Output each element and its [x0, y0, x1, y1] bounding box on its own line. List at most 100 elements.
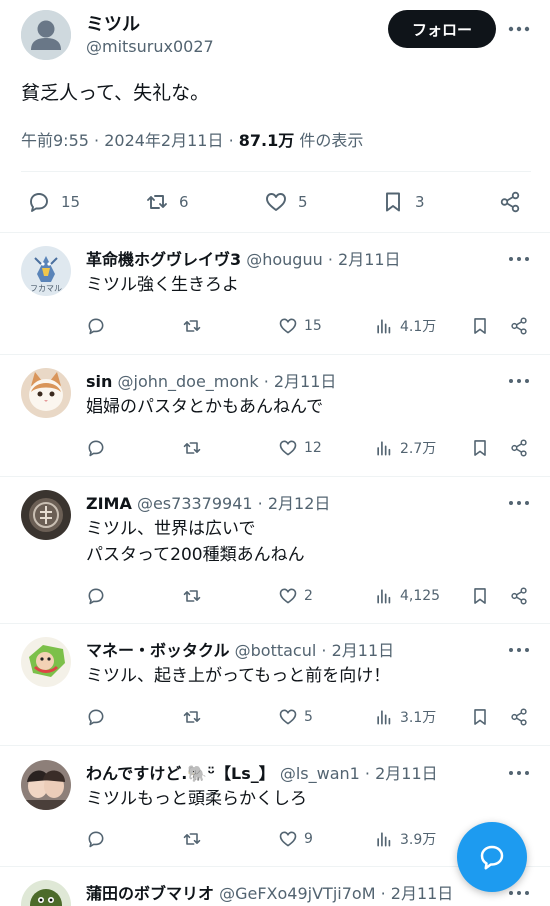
reply-author-handle[interactable]: @es73379941: [137, 494, 253, 513]
reply-date[interactable]: 2月11日: [375, 764, 438, 783]
bookmark-button[interactable]: 3: [381, 187, 425, 217]
reply-reply-button[interactable]: [86, 314, 106, 338]
reply-like-button[interactable]: 9: [278, 827, 313, 851]
tweet-time[interactable]: 午前9:55: [21, 131, 89, 150]
reply-text-line: パスタって200種類あんねん: [86, 545, 305, 565]
reply-item[interactable]: ZIMA @es73379941 · 2月12日 ミツル、世界は広いで パスタっ…: [0, 490, 550, 626]
more-options-icon[interactable]: [506, 372, 532, 390]
reply-item[interactable]: フカマル 革命機ホグヴレイヴ3 @houguu · 2月11日 ミツル強く生きろ…: [0, 246, 550, 354]
reply-retweet-button[interactable]: [182, 314, 202, 338]
reply-retweet-button[interactable]: [182, 827, 202, 851]
follow-button[interactable]: フォロー: [388, 10, 496, 48]
reply-author-name[interactable]: 革命機ホグヴレイヴ3: [86, 250, 241, 269]
author-name[interactable]: ミツル: [86, 10, 140, 36]
avatar-image-icon: [21, 760, 71, 810]
reply-reply-button[interactable]: [86, 827, 106, 851]
reply-avatar[interactable]: フカマル: [21, 246, 71, 296]
reply-like-button[interactable]: 15: [278, 314, 322, 338]
reply-date[interactable]: 2月12日: [268, 494, 331, 513]
reply-retweet-button[interactable]: [182, 436, 202, 460]
reply-views-button[interactable]: 3.9万: [374, 827, 436, 851]
reply-avatar[interactable]: [21, 637, 71, 687]
reply-item[interactable]: sin @john_doe_monk · 2月11日 娼婦のパスタとかもあんねん…: [0, 368, 550, 476]
like-count: 5: [298, 193, 308, 211]
reply-date[interactable]: 2月11日: [274, 372, 337, 391]
reply-like-button[interactable]: 2: [278, 584, 313, 608]
reply-like-count: 2: [304, 588, 313, 604]
reply-button[interactable]: 15: [27, 187, 80, 217]
reply-views-button[interactable]: 4,125: [374, 584, 440, 608]
reply-retweet-button[interactable]: [182, 705, 202, 729]
reply-author-name[interactable]: マネー・ボッタクル: [86, 641, 230, 660]
reply-share-button[interactable]: [509, 705, 529, 729]
reply-date-sep: ·: [327, 250, 339, 269]
reply-header: マネー・ボッタクル @bottacul · 2月11日: [86, 637, 394, 661]
reply-item[interactable]: 蒲田のボブマリオ @GeFXo49jVTji7oM · 2月11日: [0, 880, 550, 906]
reply-reply-button[interactable]: [86, 436, 106, 460]
reply-share-button[interactable]: [509, 314, 529, 338]
author-avatar[interactable]: [21, 10, 71, 60]
author-handle[interactable]: @mitsurux0027: [86, 37, 214, 56]
reply-author-name[interactable]: わんですけど.🐘ᵕ̈【Ls_】: [86, 764, 275, 783]
reply-like-button[interactable]: 5: [278, 705, 313, 729]
reply-avatar[interactable]: [21, 880, 71, 906]
reply-bookmark-button[interactable]: [470, 314, 490, 338]
reply-bookmark-button[interactable]: [470, 436, 490, 460]
reply-reply-button[interactable]: [86, 584, 106, 608]
reply-avatar[interactable]: [21, 368, 71, 418]
reply-reply-button[interactable]: [86, 705, 106, 729]
retweet-icon: [147, 195, 167, 209]
reply-item[interactable]: マネー・ボッタクル @bottacul · 2月11日 ミツル、起き上がってもっ…: [0, 637, 550, 745]
reply-date[interactable]: 2月11日: [332, 641, 395, 660]
reply-bookmark-button[interactable]: [470, 705, 490, 729]
views-label: 件の表示: [299, 131, 364, 150]
like-button[interactable]: 5: [264, 187, 308, 217]
reply-like-count: 15: [304, 318, 322, 334]
retweet-button[interactable]: 6: [145, 187, 189, 217]
reply-author-name[interactable]: sin: [86, 372, 112, 391]
reply-author-handle[interactable]: @bottacul: [235, 641, 317, 660]
reply-author-name[interactable]: 蒲田のボブマリオ: [86, 884, 214, 903]
reply-views-count: 2.7万: [400, 441, 437, 457]
reply-retweet-button[interactable]: [182, 584, 202, 608]
reply-views-button[interactable]: 4.1万: [374, 314, 436, 338]
compose-reply-button[interactable]: [457, 822, 527, 892]
analytics-icon: [377, 710, 391, 725]
chat-bubble-icon: [480, 845, 504, 870]
reply-author-name[interactable]: ZIMA: [86, 494, 132, 513]
bookmark-icon: [474, 440, 486, 456]
reply-date[interactable]: 2月11日: [338, 250, 401, 269]
reply-share-button[interactable]: [509, 584, 529, 608]
reply-like-button[interactable]: 12: [278, 436, 322, 460]
reply-author-handle[interactable]: @john_doe_monk: [118, 372, 259, 391]
reply-header: sin @john_doe_monk · 2月11日: [86, 368, 336, 392]
share-button[interactable]: [498, 187, 522, 217]
more-options-icon[interactable]: [506, 250, 532, 268]
bookmark-count: 3: [415, 193, 425, 211]
more-options-icon[interactable]: [506, 764, 532, 782]
bookmark-icon: [474, 709, 486, 725]
retweet-icon: [183, 320, 201, 332]
reply-date-sep: ·: [380, 884, 391, 903]
reply-author-handle[interactable]: @ls_wan1: [280, 764, 360, 783]
more-options-icon[interactable]: [506, 18, 532, 40]
tweet-date[interactable]: 2024年2月11日: [104, 131, 223, 150]
reply-share-button[interactable]: [509, 436, 529, 460]
reply-author-handle[interactable]: @houguu: [246, 250, 323, 269]
more-options-icon[interactable]: [506, 641, 532, 659]
reply-bookmark-button[interactable]: [470, 584, 490, 608]
avatar-image-icon: [21, 880, 71, 906]
retweet-icon: [183, 590, 201, 602]
reply-avatar[interactable]: [21, 760, 71, 810]
reply-text-line: ミツル強く生きろよ: [86, 275, 239, 295]
reply-avatar[interactable]: [21, 490, 71, 540]
reply-author-handle[interactable]: @GeFXo49jVTji7oM: [219, 884, 375, 903]
tweet-text: 貧乏人って、失礼な。: [21, 82, 210, 104]
reply-header: わんですけど.🐘ᵕ̈【Ls_】 @ls_wan1 · 2月11日: [86, 760, 438, 784]
share-icon: [511, 439, 527, 457]
reply-date[interactable]: 2月11日: [391, 884, 454, 903]
reply-views-button[interactable]: 2.7万: [374, 436, 436, 460]
reply-views-button[interactable]: 3.1万: [374, 705, 436, 729]
more-options-icon[interactable]: [506, 494, 532, 512]
reply-text-line: ミツルもっと頭柔らかくしろ: [86, 789, 307, 809]
